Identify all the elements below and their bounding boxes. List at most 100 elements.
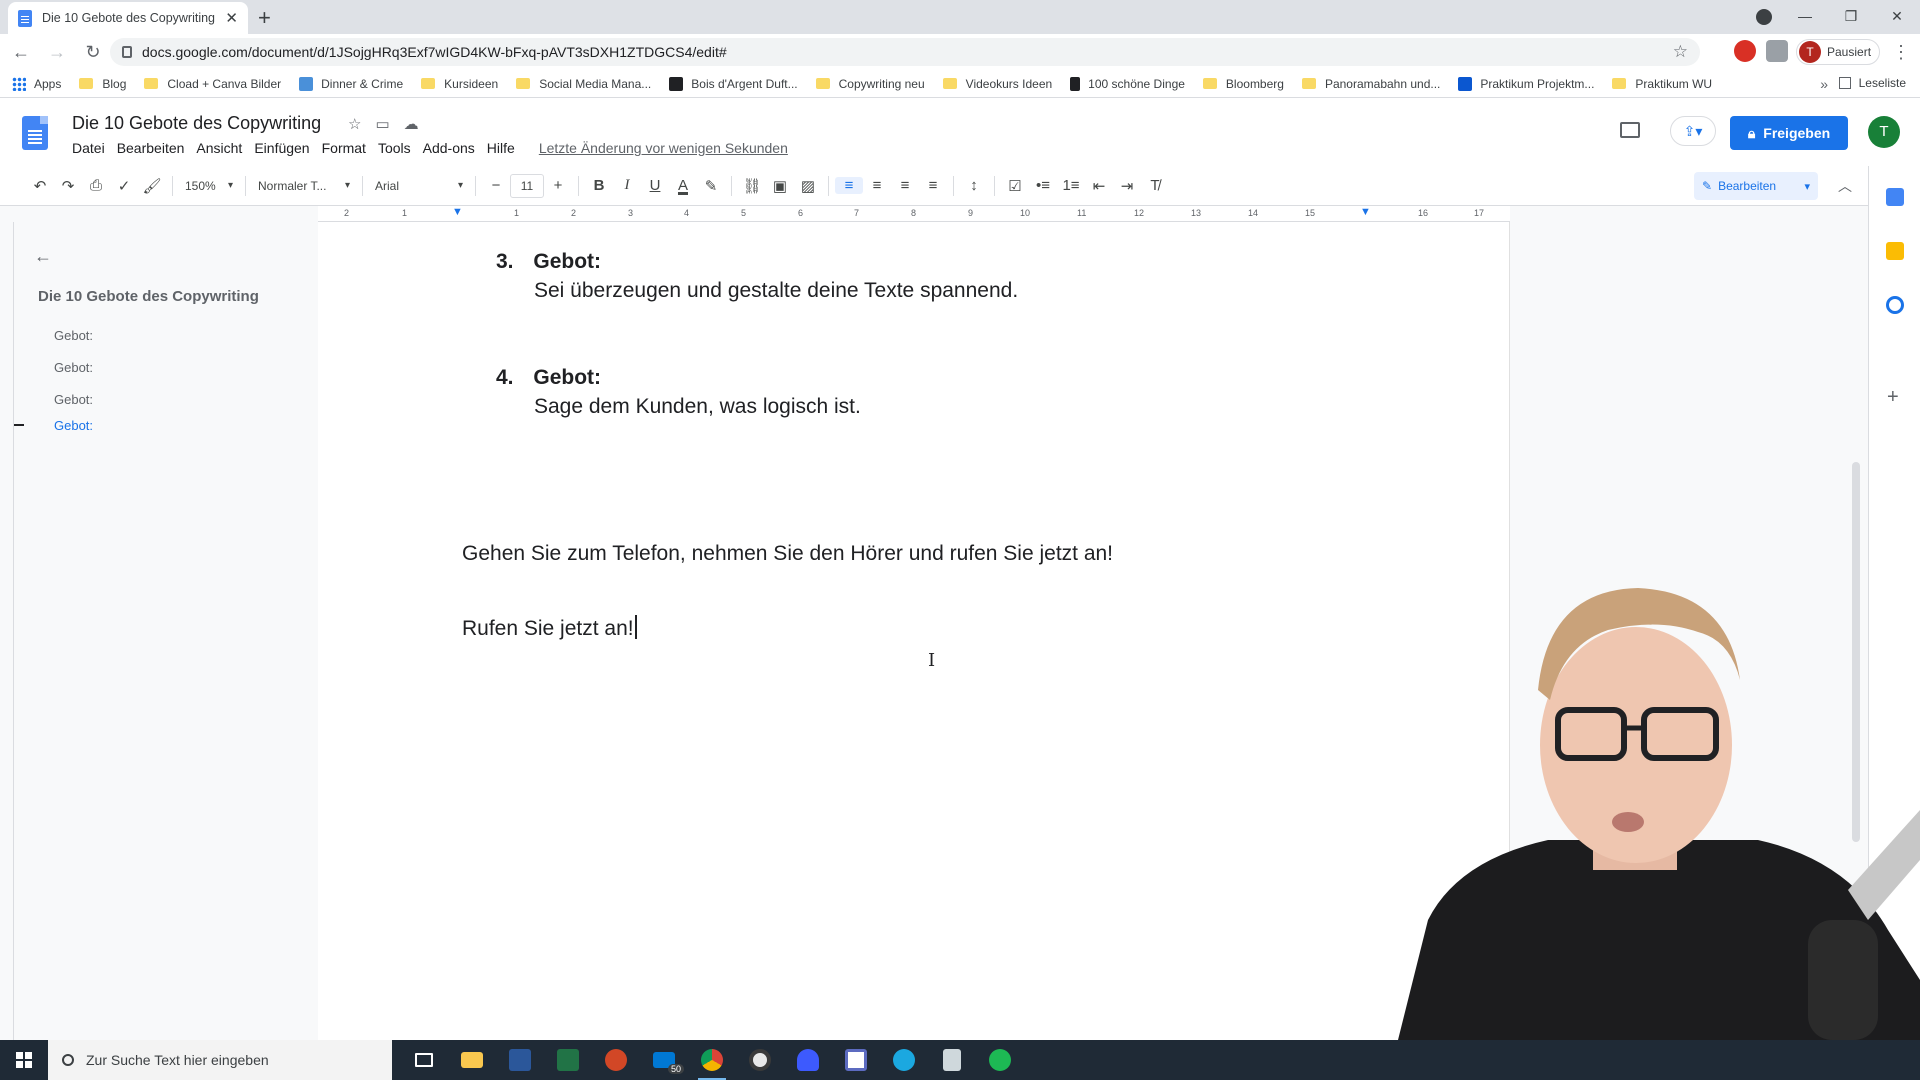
insert-image-icon[interactable]: ▨ — [794, 177, 822, 195]
address-bar[interactable]: docs.google.com/document/d/1JSojgHRq3Exf… — [110, 38, 1700, 66]
tab-search-icon[interactable] — [1756, 9, 1772, 25]
minimize-icon[interactable]: — — [1782, 8, 1828, 24]
restore-icon[interactable]: ❐ — [1828, 8, 1874, 25]
chrome-button[interactable] — [688, 1040, 736, 1080]
last-edit-link[interactable]: Letzte Änderung vor wenigen Sekunden — [533, 140, 794, 156]
italic-icon[interactable]: I — [613, 177, 641, 194]
browser-tab[interactable]: Die 10 Gebote des Copywriting ✕ — [8, 2, 248, 34]
close-tab-icon[interactable]: ✕ — [225, 9, 238, 27]
highlight-icon[interactable]: ✎ — [697, 177, 725, 195]
word-button[interactable] — [496, 1040, 544, 1080]
close-window-icon[interactable]: ✕ — [1874, 8, 1920, 25]
undo-icon[interactable]: ↶ — [26, 177, 54, 195]
bookmark-videokurs[interactable]: Videokurs Ideen — [942, 77, 1052, 91]
spellcheck-icon[interactable]: ✓ — [110, 177, 138, 195]
add-addon-icon[interactable]: + — [1887, 386, 1899, 409]
document-page[interactable]: 3. Gebot: Sei überzeugen und gestalte de… — [318, 222, 1510, 1040]
lock-icon[interactable] — [122, 46, 132, 58]
bookmark-apps[interactable]: Apps — [12, 76, 61, 91]
list-item-text[interactable]: Sage dem Kunden, was logisch ist. — [534, 395, 861, 419]
increase-indent-icon[interactable]: ⇥ — [1113, 177, 1141, 195]
extensions-puzzle-icon[interactable] — [1766, 40, 1788, 62]
star-icon[interactable]: ☆ — [348, 115, 361, 133]
excel-button[interactable] — [544, 1040, 592, 1080]
collapse-menus-icon[interactable]: ︿ — [1838, 176, 1852, 196]
bookmark-bois-dargent[interactable]: Bois d'Argent Duft... — [669, 76, 798, 91]
increase-font-size-icon[interactable]: + — [544, 177, 572, 194]
bookmark-100-dinge[interactable]: 100 schöne Dinge — [1070, 76, 1185, 91]
add-comment-icon[interactable]: ▣ — [766, 177, 794, 195]
bookmark-kursideen[interactable]: Kursideen — [421, 77, 498, 91]
list-item-4[interactable]: 4. Gebot: — [496, 366, 601, 390]
bookmark-praktikum-wu[interactable]: Praktikum WU — [1612, 77, 1712, 91]
font-size-input[interactable]: 11 — [510, 173, 544, 198]
outline-item-current[interactable]: Gebot: — [54, 418, 93, 433]
link-icon[interactable]: ⛓ — [738, 177, 766, 195]
menu-tools[interactable]: Tools — [372, 140, 417, 156]
comments-icon[interactable] — [1620, 122, 1640, 138]
document-title[interactable]: Die 10 Gebote des Copywriting — [72, 113, 321, 134]
bold-icon[interactable]: B — [585, 177, 613, 194]
align-right-icon[interactable]: ≡ — [891, 177, 919, 194]
outline-item[interactable]: Gebot: — [54, 392, 93, 407]
left-indent-marker-icon[interactable]: ▼ — [452, 206, 463, 218]
menu-ansicht[interactable]: Ansicht — [190, 140, 248, 156]
docs-logo-icon[interactable] — [22, 116, 48, 150]
zoom-select[interactable]: 150% — [179, 179, 239, 193]
mail-button[interactable]: 50 — [640, 1040, 688, 1080]
menu-bearbeiten[interactable]: Bearbeiten — [111, 140, 191, 156]
obs-button[interactable] — [736, 1040, 784, 1080]
outline-item[interactable]: Gebot: — [54, 328, 93, 343]
paragraph[interactable]: Gehen Sie zum Telefon, nehmen Sie den Hö… — [462, 542, 1113, 566]
bookmark-copywriting-neu[interactable]: Copywriting neu — [815, 77, 925, 91]
justify-icon[interactable]: ≡ — [919, 177, 947, 194]
bookmark-bloomberg[interactable]: Bloomberg — [1202, 77, 1284, 91]
task-view-button[interactable] — [400, 1040, 448, 1080]
bookmark-panoramabahn[interactable]: Panoramabahn und... — [1301, 77, 1440, 91]
decrease-font-size-icon[interactable]: − — [482, 177, 510, 194]
share-button[interactable]: 🔒︎ Freigeben — [1730, 116, 1848, 150]
menu-datei[interactable]: Datei — [66, 140, 111, 156]
outline-item[interactable]: Gebot: — [54, 360, 93, 375]
calendar-icon[interactable] — [1886, 188, 1904, 206]
file-explorer-button[interactable] — [448, 1040, 496, 1080]
snipping-tool-button[interactable] — [832, 1040, 880, 1080]
menu-format[interactable]: Format — [316, 140, 372, 156]
checklist-icon[interactable]: ☑ — [1001, 177, 1029, 195]
editing-mode-select[interactable]: ✎ Bearbeiten — [1694, 172, 1818, 200]
clear-formatting-icon[interactable]: T̸ — [1141, 177, 1169, 194]
list-item-text[interactable]: Sei überzeugen und gestalte deine Texte … — [534, 279, 1018, 303]
paragraph-with-cursor[interactable]: Rufen Sie jetzt an! — [462, 615, 637, 641]
adblock-extension-icon[interactable] — [1734, 40, 1756, 62]
app-button[interactable] — [784, 1040, 832, 1080]
bookmark-star-icon[interactable]: ☆ — [1673, 42, 1688, 62]
text-color-icon[interactable]: A — [669, 177, 697, 194]
edge-button[interactable] — [880, 1040, 928, 1080]
chrome-menu-icon[interactable]: ⋮ — [1892, 42, 1910, 63]
horizontal-ruler[interactable]: 2 1 ▼ 1 2 3 4 5 6 7 8 9 10 11 12 13 14 ▼… — [318, 206, 1510, 222]
underline-icon[interactable]: U — [641, 177, 669, 194]
numbered-list-icon[interactable]: 1≡ — [1057, 177, 1085, 194]
spotify-button[interactable] — [976, 1040, 1024, 1080]
align-center-icon[interactable]: ≡ — [863, 177, 891, 194]
move-folder-icon[interactable]: ▭ — [375, 115, 389, 133]
decrease-indent-icon[interactable]: ⇤ — [1085, 177, 1113, 195]
right-indent-marker-icon[interactable]: ▼ — [1360, 206, 1371, 218]
align-left-icon[interactable]: ≡ — [835, 177, 863, 194]
present-button[interactable]: ⇪▾ — [1670, 116, 1716, 146]
menu-einfuegen[interactable]: Einfügen — [248, 140, 315, 156]
reload-icon[interactable]: ↻ — [78, 42, 108, 63]
bookmark-cload-canva[interactable]: Cload + Canva Bilder — [144, 77, 281, 91]
bookmark-social-media[interactable]: Social Media Mana... — [516, 77, 651, 91]
back-icon[interactable]: ← — [6, 42, 36, 63]
close-outline-icon[interactable]: ← — [34, 246, 52, 267]
print-icon[interactable]: ⎙ — [82, 177, 110, 194]
bulleted-list-icon[interactable]: •≡ — [1029, 177, 1057, 194]
menu-add-ons[interactable]: Add-ons — [417, 140, 481, 156]
menu-hilfe[interactable]: Hilfe — [481, 140, 521, 156]
powerpoint-button[interactable] — [592, 1040, 640, 1080]
tasks-icon[interactable] — [1886, 296, 1904, 314]
list-item-3[interactable]: 3. Gebot: — [496, 250, 601, 274]
style-select[interactable]: Normaler T... — [252, 179, 356, 193]
outline-title[interactable]: Die 10 Gebote des Copywriting — [38, 288, 259, 305]
